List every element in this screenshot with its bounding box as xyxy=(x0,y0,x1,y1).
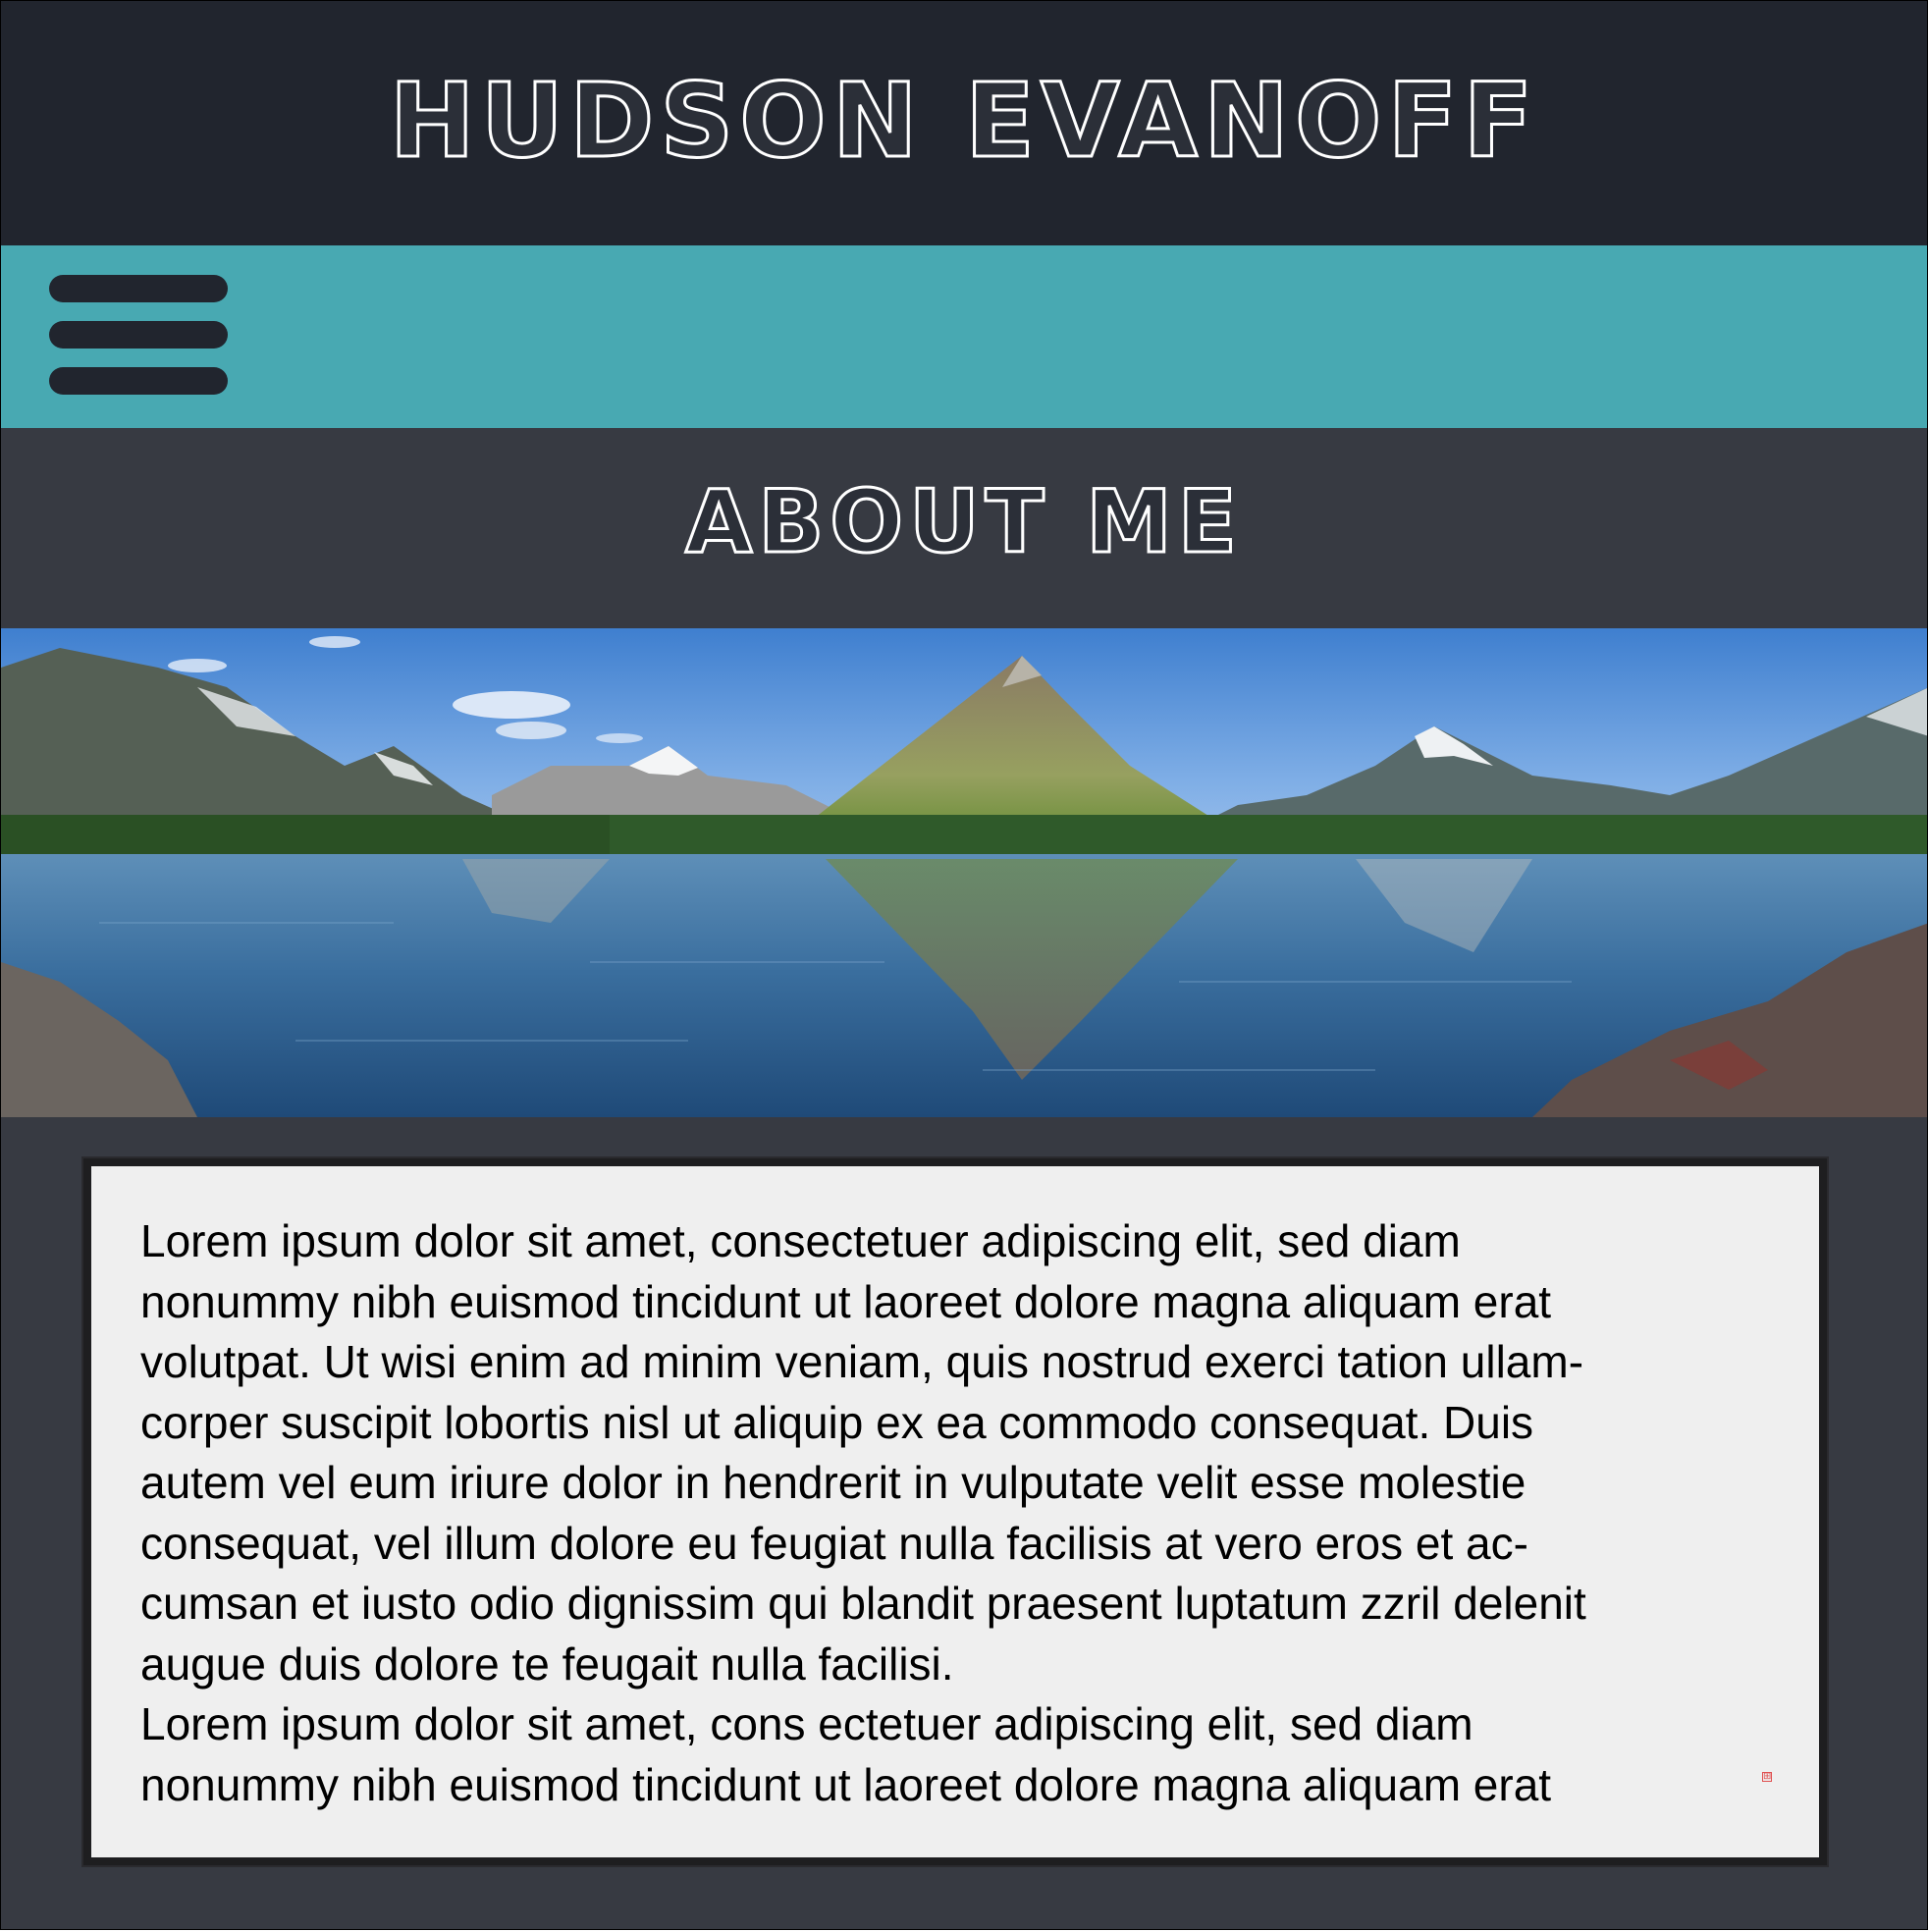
body-text-line: nonummy nibh euismod tincidunt ut laoree… xyxy=(140,1275,1552,1327)
about-me-heading: ABOUT ME xyxy=(684,471,1243,572)
body-text-line: corper suscipit lobortis nisl ut aliquip… xyxy=(140,1396,1534,1448)
hero-image xyxy=(1,628,1927,1117)
menu-bar-bottom xyxy=(49,367,228,395)
body-text-line: consequat, vel illum dolore eu feugiat n… xyxy=(140,1517,1528,1569)
site-title[interactable]: HUDSON EVANOFF xyxy=(1,69,1927,174)
nav-bar xyxy=(1,245,1927,428)
section-heading-band: ABOUT ME xyxy=(1,428,1927,628)
body-text-line: volutpat. Ut wisi enim ad minim veniam, … xyxy=(140,1336,1584,1387)
body-text-line: cumsan et iusto odio dignissim qui bland… xyxy=(140,1578,1586,1629)
mountain-lake-landscape-image xyxy=(1,628,1927,1117)
body-text-line: augue duis dolore te feugait nulla facil… xyxy=(140,1637,954,1690)
menu-bar-middle xyxy=(49,321,228,349)
hamburger-menu-icon[interactable] xyxy=(49,275,228,399)
about-content-card: Lorem ipsum dolor sit amet, consectetuer… xyxy=(81,1156,1829,1867)
body-text-line: Lorem ipsum dolor sit amet, consectetuer… xyxy=(140,1215,1461,1266)
site-header: HUDSON EVANOFF xyxy=(1,1,1927,245)
body-text-line: autem vel eum iriure dolor in hendrerit … xyxy=(140,1457,1526,1508)
menu-bar-top xyxy=(49,275,228,302)
text-overflow-marker: ⊞ xyxy=(1762,1771,1772,1782)
about-body-text: Lorem ipsum dolor sit amet, consectetuer… xyxy=(140,1211,1829,1815)
body-text-line: nonummy nibh euismod tincidunt ut laoree… xyxy=(140,1758,1552,1810)
body-text-line: Lorem ipsum dolor sit amet, cons ectetue… xyxy=(140,1698,1473,1749)
page-frame: HUDSON EVANOFF ABOUT ME Lorem ipsum dolo… xyxy=(0,0,1928,1930)
